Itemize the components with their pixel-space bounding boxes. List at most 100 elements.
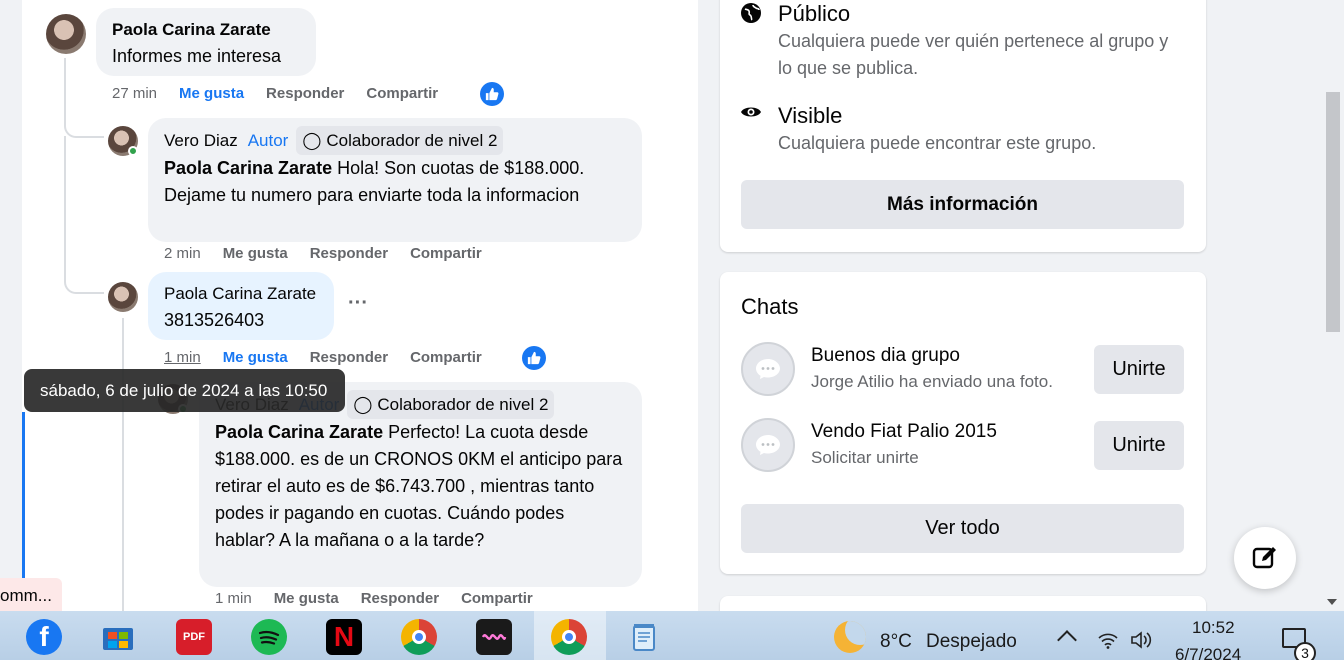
chevron-up-icon[interactable] — [1057, 630, 1077, 650]
chat-subtitle: Solicitar unirte — [811, 448, 919, 467]
privacy-description: Cualquiera puede ver quién pertenece al … — [778, 31, 1169, 78]
comment-actions: 2 min Me gusta Responder Compartir — [164, 245, 482, 262]
thread-connector — [64, 110, 104, 138]
reply-button[interactable]: Responder — [310, 245, 388, 262]
notepad-icon[interactable] — [626, 619, 662, 655]
scrollbar-thumb[interactable] — [1326, 92, 1340, 332]
chats-heading: Chats — [741, 294, 799, 319]
chat-subtitle: Jorge Atilio ha enviado una foto. — [811, 372, 1053, 391]
comment-bubble: Vero Diaz Autor ◯ Colaborador de nivel 2… — [199, 382, 642, 587]
clock-time[interactable]: 10:52 — [1192, 618, 1235, 638]
eye-icon — [740, 104, 764, 128]
comment-text: Paola Carina Zarate Perfecto! La cuota d… — [215, 419, 626, 554]
reply-button[interactable]: Responder — [310, 349, 388, 366]
clock-date[interactable]: 6/7/2024 — [1175, 645, 1241, 660]
contributor-badge: ◯ Colaborador de nivel 2 — [296, 126, 504, 155]
thread-connector — [64, 260, 104, 294]
mention[interactable]: Paola Carina Zarate — [215, 422, 383, 442]
scrollbar[interactable] — [1322, 0, 1344, 611]
globe-icon — [740, 2, 764, 26]
chat-group-icon[interactable] — [741, 418, 795, 472]
like-button[interactable]: Me gusta — [223, 349, 288, 366]
comment-bubble-highlighted: Paola Carina Zarate 3813526403 — [148, 272, 334, 340]
timestamp-tooltip: sábado, 6 de julio de 2024 a las 10:50 — [24, 369, 345, 412]
visibility-row: Visible Cualquiera puede encontrar este … — [740, 102, 1096, 157]
weather-temperature[interactable]: 8°C — [880, 631, 912, 653]
comment-time[interactable]: 2 min — [164, 245, 201, 262]
share-button[interactable]: Compartir — [410, 349, 482, 366]
more-info-button[interactable]: Más información — [741, 180, 1184, 229]
visibility-title: Visible — [778, 103, 843, 128]
comment-actions: 27 min Me gusta Responder Compartir — [112, 85, 438, 102]
badge-icon: ◯ — [353, 395, 373, 414]
like-button[interactable]: Me gusta — [274, 590, 339, 607]
see-all-chats-button[interactable]: Ver todo — [741, 504, 1184, 553]
contributor-badge-label: Colaborador de nivel 2 — [377, 395, 549, 414]
comment-input-preview-text: omm... — [0, 586, 52, 605]
comment-time[interactable]: 27 min — [112, 85, 157, 102]
comments-feed: Paola Carina Zarate Informes me interesa… — [22, 0, 698, 611]
chat-group-icon[interactable] — [741, 342, 795, 396]
comment-bubble: Paola Carina Zarate Informes me interesa — [96, 8, 316, 76]
thread-line — [122, 318, 124, 611]
windows-taskbar: f PDF N 8°C Despejado 10:52 6/7/2024 3 — [0, 611, 1344, 660]
facebook-app-icon[interactable]: f — [26, 619, 62, 655]
chrome-profile-icon[interactable] — [551, 619, 587, 655]
notification-count-badge: 3 — [1294, 642, 1316, 660]
wifi-icon[interactable] — [1097, 631, 1119, 654]
author-badge: Autor — [247, 131, 289, 150]
weather-description[interactable]: Despejado — [926, 631, 1017, 653]
pdf-label: PDF — [183, 631, 205, 643]
comment-actions: 1 min Me gusta Responder Compartir — [164, 349, 482, 366]
comment-author[interactable]: Paola Carina Zarate — [112, 19, 271, 41]
comment-input-preview[interactable]: omm... — [0, 578, 62, 611]
join-chat-button[interactable]: Unirte — [1094, 345, 1184, 394]
volume-icon[interactable] — [1130, 630, 1154, 655]
comment-actions: 1 min Me gusta Responder Compartir — [215, 590, 533, 607]
moon-icon[interactable] — [834, 621, 866, 653]
new-message-button[interactable] — [1234, 527, 1296, 589]
comment-time[interactable]: 1 min — [164, 349, 201, 366]
badge-icon: ◯ — [302, 131, 322, 150]
microsoft-store-icon[interactable] — [100, 619, 136, 655]
comment-text: Informes me interesa — [112, 46, 282, 66]
comment-time[interactable]: 1 min — [215, 590, 252, 607]
spotify-icon[interactable] — [251, 619, 287, 655]
chrome-icon[interactable] — [401, 619, 437, 655]
reply-button[interactable]: Responder — [266, 85, 344, 102]
reply-button[interactable]: Responder — [361, 590, 439, 607]
avatar[interactable] — [46, 14, 86, 54]
privacy-title: Público — [778, 1, 851, 26]
comment-text: Paola Carina Zarate Hola! Son cuotas de … — [164, 155, 626, 209]
share-button[interactable]: Compartir — [366, 85, 438, 102]
like-button[interactable]: Me gusta — [223, 245, 288, 262]
comment-text: 3813526403 — [164, 310, 265, 330]
comment-author[interactable]: Vero Diaz — [164, 130, 238, 152]
scroll-down-arrow[interactable] — [1327, 599, 1337, 605]
share-button[interactable]: Compartir — [410, 245, 482, 262]
comment-author[interactable]: Paola Carina Zarate — [164, 283, 316, 305]
join-chat-button[interactable]: Unirte — [1094, 421, 1184, 470]
chat-title[interactable]: Vendo Fiat Palio 2015 — [811, 421, 997, 443]
about-card: Público Cualquiera puede ver quién perte… — [720, 0, 1206, 252]
pdf-app-icon[interactable]: PDF — [176, 619, 212, 655]
share-button[interactable]: Compartir — [461, 590, 533, 607]
more-options-button[interactable]: ··· — [348, 292, 368, 315]
contributor-badge-label: Colaborador de nivel 2 — [326, 131, 498, 150]
contributor-badge: ◯ Colaborador de nivel 2 — [347, 390, 555, 419]
comment-bubble: Vero Diaz Autor ◯ Colaborador de nivel 2… — [148, 118, 642, 242]
privacy-public-row: Público Cualquiera puede ver quién perte… — [740, 0, 1178, 82]
online-status-dot — [128, 146, 138, 156]
like-button[interactable]: Me gusta — [179, 85, 244, 102]
netflix-icon[interactable]: N — [326, 619, 362, 655]
chats-card: Chats Buenos dia grupo Jorge Atilio ha e… — [720, 272, 1206, 574]
thread-line — [64, 136, 66, 266]
like-reaction-icon[interactable] — [522, 346, 546, 370]
mention[interactable]: Paola Carina Zarate — [164, 158, 332, 178]
chat-title[interactable]: Buenos dia grupo — [811, 345, 960, 367]
like-reaction-icon[interactable] — [480, 82, 504, 106]
avatar[interactable] — [108, 282, 138, 312]
compose-icon — [1252, 547, 1276, 569]
thread-line — [64, 58, 66, 118]
wave-app-icon[interactable] — [476, 619, 512, 655]
